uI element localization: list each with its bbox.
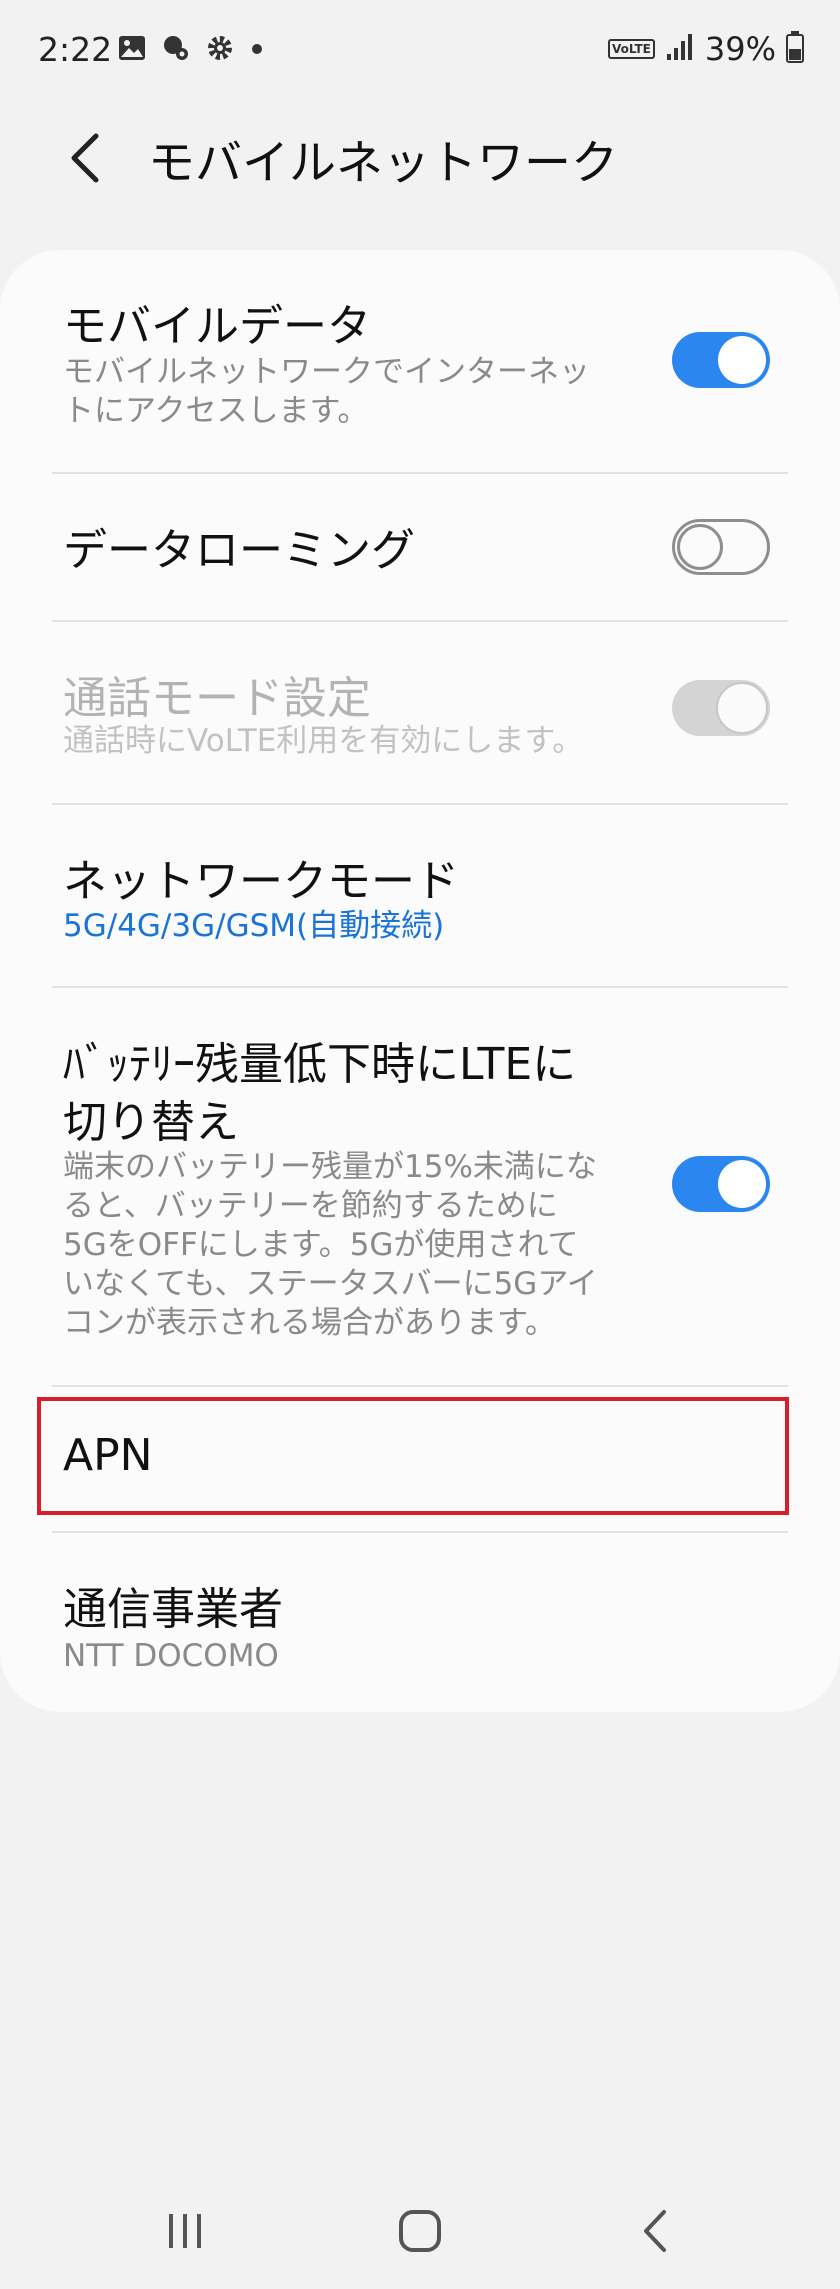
status-time: 2:22: [38, 30, 113, 69]
carrier-value: NTT DOCOMO: [63, 1638, 279, 1674]
home-icon: [399, 2210, 441, 2252]
back-button[interactable]: [60, 128, 110, 188]
mobile-data-sub-2: トにアクセスします。: [63, 393, 369, 429]
call-mode-row: 通話モード設定 通話時にVoLTE利用を有効にします。: [0, 622, 840, 802]
page-title: モバイルネットワーク: [148, 136, 618, 191]
toggle-knob: [718, 1160, 766, 1208]
battery-lte-sub-5: コンが表示される場合があります。: [63, 1305, 556, 1341]
battery-lte-title-2: 切り替え: [63, 1097, 239, 1148]
battery-percent: 39%: [704, 30, 776, 68]
signal-icon: [665, 32, 695, 66]
toggle-knob: [716, 682, 768, 734]
battery-lte-sub-3: 5GをOFFにします。5Gが使用されて: [63, 1227, 579, 1263]
status-bar: 2:22 VoLTE 39%: [0, 0, 840, 104]
image-icon: [118, 35, 146, 65]
mobile-data-sub-1: モバイルネットワークでインターネッ: [63, 354, 590, 390]
recent-apps-button[interactable]: [145, 2200, 225, 2260]
mobile-data-title: モバイルデータ: [63, 301, 371, 352]
recent-apps-icon: [169, 2214, 201, 2248]
data-roaming-row[interactable]: データローミング: [0, 474, 840, 620]
back-arrow-icon: [71, 133, 99, 183]
network-mode-value: 5G/4G/3G/GSM(自動接続): [63, 908, 445, 944]
battery-lte-sub-4: いなくても、ステータスバーに5Gアイ: [63, 1266, 598, 1302]
call-mode-title: 通話モード設定: [63, 673, 371, 724]
mobile-data-toggle[interactable]: [672, 332, 770, 388]
call-mode-sub: 通話時にVoLTE利用を有効にします。: [63, 723, 584, 759]
network-mode-row[interactable]: ネットワークモード 5G/4G/3G/GSM(自動接続): [0, 805, 840, 985]
home-button[interactable]: [380, 2200, 460, 2260]
mobile-data-row[interactable]: モバイルデータ モバイルネットワークでインターネッ トにアクセスします。: [0, 285, 840, 470]
dot-icon: [250, 41, 264, 60]
battery-lte-sub-1: 端末のバッテリー残量が15%未満にな: [63, 1149, 597, 1185]
toggle-knob: [677, 524, 723, 570]
battery-lte-toggle[interactable]: [672, 1156, 770, 1212]
divider: [52, 1385, 788, 1387]
battery-icon: [786, 31, 804, 67]
bubble-gear-icon: [162, 34, 190, 66]
nav-back-icon: [644, 2210, 666, 2252]
battery-lte-sub-2: ると、バッテリーを節約するために: [63, 1188, 558, 1224]
call-mode-toggle: [672, 680, 770, 736]
network-mode-title: ネットワークモード: [63, 856, 459, 907]
volte-icon: VoLTE: [607, 39, 655, 59]
toggle-knob: [718, 336, 766, 384]
carrier-title: 通信事業者: [63, 1584, 283, 1635]
carrier-row[interactable]: 通信事業者 NTT DOCOMO: [0, 1533, 840, 1703]
data-roaming-toggle[interactable]: [672, 519, 770, 575]
nav-back-button[interactable]: [616, 2200, 696, 2260]
data-roaming-title: データローミング: [63, 525, 415, 576]
battery-lte-row[interactable]: ﾊﾞｯﾃﾘｰ残量低下時にLTEに 切り替え 端末のバッテリー残量が15%未満にな…: [0, 988, 840, 1383]
apn-highlight-box: [37, 1397, 789, 1515]
settings-icon: [206, 34, 234, 66]
battery-lte-title-1: ﾊﾞｯﾃﾘｰ残量低下時にLTEに: [63, 1039, 577, 1090]
